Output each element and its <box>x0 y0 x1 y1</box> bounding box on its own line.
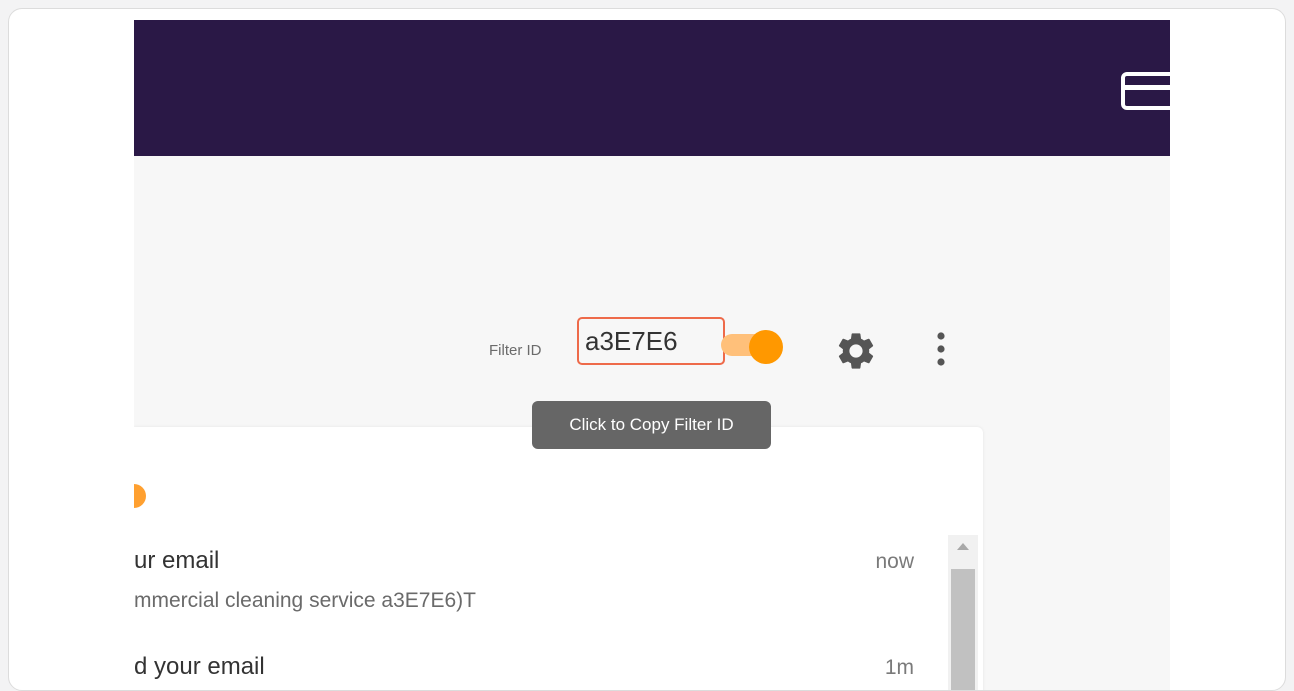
list-item-title: d your email <box>134 653 265 680</box>
app-viewport: Filter ID a3E7E6 Click to Copy Filter ID… <box>134 20 1170 690</box>
list-item-time: now <box>875 550 914 573</box>
copy-filter-id-tooltip: Click to Copy Filter ID <box>532 401 771 449</box>
list-scrollbar[interactable] <box>948 535 978 690</box>
status-dot-icon <box>134 484 146 508</box>
list-item-title: ur email <box>134 547 220 574</box>
filter-id-label: Filter ID <box>489 342 542 359</box>
toggle-knob <box>749 330 783 364</box>
filter-id-copy-field[interactable]: a3E7E6 <box>577 317 725 365</box>
filter-toggle-switch[interactable] <box>721 330 783 364</box>
screenshot-frame: Filter ID a3E7E6 Click to Copy Filter ID… <box>8 8 1286 691</box>
list-item-subtitle: mmercial cleaning service a3E7E6)T <box>134 589 476 612</box>
scroll-up-arrow-icon[interactable] <box>957 543 969 550</box>
list-item-time: 1m <box>884 656 914 679</box>
top-app-bar <box>134 20 1170 156</box>
gear-icon[interactable] <box>834 329 878 373</box>
credit-card-icon[interactable] <box>1121 72 1170 110</box>
more-vertical-icon[interactable] <box>933 327 949 371</box>
scroll-thumb[interactable] <box>951 569 975 690</box>
activity-panel: ur email now mmercial cleaning service a… <box>134 427 983 690</box>
